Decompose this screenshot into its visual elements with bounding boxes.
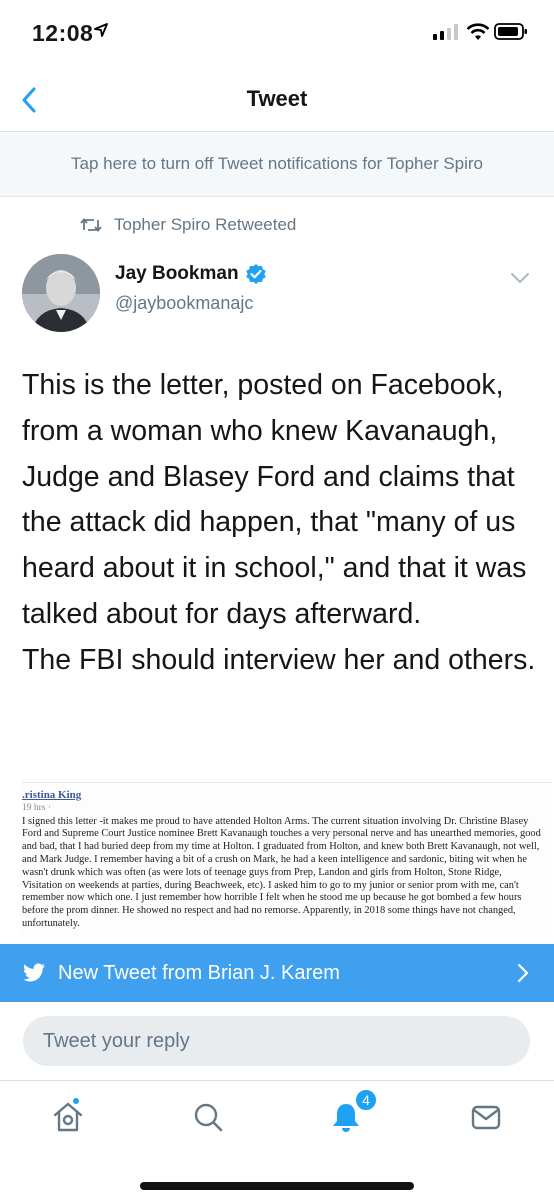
letter-author-name: .ristina King	[22, 789, 82, 801]
location-arrow-icon	[94, 23, 108, 42]
chevron-right-icon	[516, 962, 530, 984]
search-icon	[194, 1103, 223, 1132]
notification-count-badge: 4	[354, 1088, 378, 1112]
envelope-icon	[471, 1105, 501, 1130]
twitter-bird-icon	[22, 963, 46, 983]
battery-icon	[494, 22, 528, 47]
tab-search[interactable]	[190, 1099, 226, 1135]
status-time: 12:08	[32, 20, 94, 46]
home-icon	[53, 1102, 83, 1132]
nav-bar: Tweet	[0, 66, 554, 132]
author-name-text: Jay Bookman	[115, 263, 239, 284]
home-unread-dot	[72, 1097, 80, 1105]
verified-badge-icon	[245, 263, 267, 285]
letter-timestamp: 19 hrs ·	[22, 802, 52, 813]
tab-home[interactable]	[50, 1099, 86, 1135]
author-handle[interactable]: @jaybookmanajc	[115, 293, 253, 314]
notification-toggle-banner[interactable]: Tap here to turn off Tweet notifications…	[0, 133, 554, 197]
letter-body: I signed this letter -it makes me proud …	[22, 815, 541, 929]
status-bar: 12:08	[0, 0, 554, 66]
retweet-icon	[80, 217, 102, 233]
wifi-icon	[466, 22, 490, 47]
retweet-label: Topher Spiro Retweeted	[114, 215, 297, 234]
new-tweet-banner[interactable]: New Tweet from Brian J. Karem	[0, 944, 554, 1002]
tab-messages[interactable]	[468, 1099, 504, 1135]
chevron-down-icon	[511, 273, 529, 283]
tweet-options-button[interactable]	[508, 270, 532, 291]
page-title: Tweet	[246, 86, 308, 111]
author-name[interactable]: Jay Bookman	[115, 263, 267, 285]
tweet-image[interactable]: .ristina King 19 hrs · I signed this let…	[22, 782, 552, 937]
tweet-text: This is the letter, posted on Facebook, …	[22, 369, 536, 676]
retweet-context: Topher Spiro Retweeted	[80, 211, 296, 239]
reply-composer	[0, 1002, 554, 1080]
avatar[interactable]	[22, 254, 100, 332]
cellular-signal-icon	[433, 24, 459, 45]
tab-bar	[0, 1080, 554, 1160]
new-tweet-label: New Tweet from Brian J. Karem	[58, 961, 340, 984]
home-indicator	[140, 1182, 414, 1190]
reply-input[interactable]	[23, 1016, 530, 1066]
